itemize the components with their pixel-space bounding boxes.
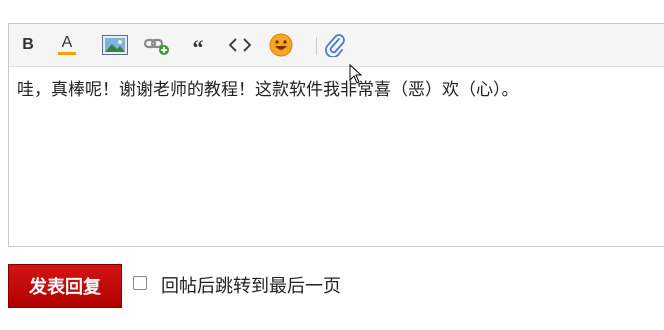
emoji-button[interactable]: [267, 31, 295, 59]
quote-icon: “: [192, 35, 204, 60]
editor-toolbar: B A “: [9, 24, 664, 67]
editor-textarea[interactable]: 哇，真棒呢！谢谢老师的教程！这款软件我非常喜（恶）欢（心）。: [9, 67, 664, 113]
editor-content: 哇，真棒呢！谢谢老师的教程！这款软件我非常喜（恶）欢（心）。: [17, 80, 519, 100]
toolbar-separator: [316, 37, 317, 55]
reply-editor: B A “ 哇，真棒呢！谢谢老师的教程！这款软件我非常喜（恶）欢（心）。: [8, 23, 664, 247]
image-icon: [102, 35, 128, 55]
link-add-icon: [143, 38, 169, 55]
reply-footer: 发表回复 回帖后跳转到最后一页: [8, 264, 658, 308]
attachment-button[interactable]: [321, 31, 349, 59]
submit-reply-button[interactable]: 发表回复: [8, 264, 122, 308]
mouse-cursor-icon: [349, 64, 363, 84]
font-color-icon: A: [58, 35, 76, 55]
code-button[interactable]: [226, 31, 254, 59]
jump-to-last-page-checkbox[interactable]: [133, 276, 147, 290]
image-button[interactable]: [101, 31, 129, 59]
paperclip-icon: [325, 34, 345, 57]
font-color-button[interactable]: A: [53, 31, 81, 59]
jump-to-last-page-label[interactable]: 回帖后跳转到最后一页: [161, 272, 341, 298]
bold-icon: B: [22, 36, 34, 53]
smiley-icon: [269, 33, 293, 57]
quote-button[interactable]: “: [184, 31, 212, 59]
bold-button[interactable]: B: [14, 31, 42, 59]
code-icon: [229, 38, 251, 52]
add-link-button[interactable]: [143, 31, 171, 59]
